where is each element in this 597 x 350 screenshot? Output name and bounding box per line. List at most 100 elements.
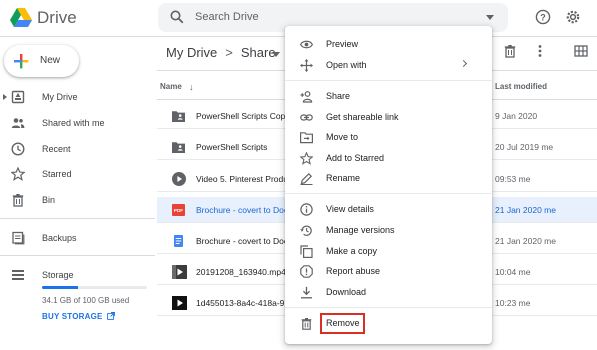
file-name: Brochure - covert to Doc: [196, 205, 286, 215]
sidebar-item-shared-with-me[interactable]: Shared with me: [0, 114, 150, 134]
link-icon: [300, 111, 313, 124]
more-options-icon[interactable]: [533, 44, 547, 58]
star-icon: [11, 167, 25, 181]
folder-options-caret-icon[interactable]: [272, 52, 280, 57]
menu-item-download[interactable]: Download: [285, 283, 492, 303]
menu-item-get-shareable-link[interactable]: Get shareable link: [285, 108, 492, 128]
file-modified: 10:04 me: [495, 267, 531, 277]
menu-divider: [285, 80, 492, 81]
menu-item-label: View details: [326, 204, 374, 214]
clock-icon: [11, 142, 25, 156]
info-icon: [300, 203, 313, 216]
storage-usage-text: 34.1 GB of 100 GB used: [42, 296, 130, 305]
breadcrumb-my-drive[interactable]: My Drive: [166, 45, 217, 60]
menu-item-share[interactable]: Share: [285, 87, 492, 107]
svg-text:PDF: PDF: [174, 208, 183, 213]
menu-item-label: Report abuse: [326, 266, 381, 276]
file-name: 20191208_163940.mp4: [196, 267, 286, 277]
add-person-icon: [300, 90, 313, 103]
report-icon: [300, 265, 313, 278]
menu-item-label: Preview: [326, 39, 359, 49]
search-input[interactable]: Search Drive: [195, 11, 259, 23]
breadcrumb: My Drive > Share: [166, 45, 276, 60]
sidebar-item-starred[interactable]: Starred: [0, 165, 150, 185]
menu-item-open-with[interactable]: Open with: [285, 56, 492, 76]
buy-storage-link[interactable]: BUY STORAGE: [42, 312, 115, 321]
sidebar-item-label: Shared with me: [42, 118, 105, 128]
menu-item-view-details[interactable]: View details: [285, 200, 492, 220]
menu-item-label: Get shareable link: [326, 112, 399, 122]
plus-icon: [13, 53, 29, 69]
search-options-caret-icon[interactable]: [486, 15, 494, 20]
delete-toolbar-icon[interactable]: [503, 44, 517, 58]
menu-item-label: Rename: [326, 173, 361, 183]
settings-gear-icon[interactable]: [565, 9, 581, 25]
storage-usage-bar: [42, 286, 147, 289]
file-name: PowerShell Scripts: [196, 142, 268, 152]
sort-arrow-icon[interactable]: ↓: [189, 82, 194, 92]
doc-icon: [172, 235, 185, 247]
menu-item-preview[interactable]: Preview: [285, 35, 492, 55]
column-header-last-modified[interactable]: Last modified: [495, 82, 547, 91]
shared-folder-icon: [172, 110, 185, 122]
svg-text:?: ?: [540, 13, 546, 23]
sidebar-divider: [0, 255, 155, 256]
sidebar-item-bin[interactable]: Bin: [0, 191, 150, 211]
people-icon: [11, 116, 25, 130]
menu-item-move-to[interactable]: Move to: [285, 128, 492, 148]
menu-item-label: Open with: [326, 60, 367, 70]
buy-storage-label: BUY STORAGE: [42, 312, 103, 321]
backup-icon: [11, 231, 25, 245]
move-folder-icon: [300, 131, 313, 144]
sidebar-item-recent[interactable]: Recent: [0, 140, 150, 160]
menu-item-manage-versions[interactable]: Manage versions: [285, 221, 492, 241]
sidebar-item-backups[interactable]: Backups: [0, 229, 150, 249]
file-name: Brochure - covert to Doc: [196, 236, 286, 246]
new-button[interactable]: New: [4, 45, 79, 77]
external-link-icon: [107, 312, 115, 320]
shared-folder-icon: [172, 141, 185, 153]
menu-item-rename[interactable]: Rename: [285, 169, 492, 189]
menu-item-label: Add to Starred: [326, 153, 385, 163]
file-name: Video 5. Pinterest Produ: [196, 174, 286, 184]
search-icon[interactable]: [170, 10, 184, 24]
file-name: PowerShell Scripts Cop: [196, 111, 286, 121]
star-icon: [300, 152, 313, 165]
sidebar-item-storage[interactable]: Storage: [0, 266, 150, 286]
eye-icon: [300, 38, 313, 51]
menu-divider: [285, 307, 492, 308]
sidebar-item-label: My Drive: [42, 92, 78, 102]
menu-item-make-a-copy[interactable]: Make a copy: [285, 242, 492, 262]
open-with-icon: [300, 59, 313, 72]
drive-logo-icon[interactable]: [10, 8, 32, 27]
menu-item-remove[interactable]: Remove: [285, 314, 492, 334]
file-modified: 20 Jul 2019 me: [495, 142, 554, 152]
menu-item-add-to-starred[interactable]: Add to Starred: [285, 149, 492, 169]
sidebar-item-my-drive[interactable]: My Drive: [0, 88, 150, 108]
file-modified: 09:53 me: [495, 174, 531, 184]
pencil-icon: [300, 172, 313, 185]
storage-usage-fill: [42, 286, 78, 289]
pdf-icon: PDF: [172, 204, 185, 216]
grid-view-icon[interactable]: [574, 44, 588, 58]
menu-item-report-abuse[interactable]: Report abuse: [285, 262, 492, 282]
menu-item-label: Make a copy: [326, 246, 378, 256]
video-thumb-icon: [172, 265, 187, 279]
app-name[interactable]: Drive: [37, 8, 77, 28]
storage-icon: [11, 268, 25, 282]
breadcrumb-current-folder[interactable]: Share: [241, 45, 276, 60]
menu-item-label: Move to: [326, 132, 359, 142]
file-modified: 9 Jan 2020: [495, 111, 538, 121]
file-modified: 21 Jan 2020 me: [495, 205, 556, 215]
my-drive-icon: [11, 90, 25, 104]
sidebar-item-label: Starred: [42, 169, 72, 179]
menu-item-label: Manage versions: [326, 225, 395, 235]
column-header-name[interactable]: Name: [160, 82, 182, 91]
menu-item-label: Share: [326, 91, 351, 101]
trash-icon: [11, 193, 25, 207]
copy-icon: [300, 245, 313, 258]
expand-arrow-icon[interactable]: [3, 94, 7, 100]
help-icon[interactable]: ?: [535, 9, 551, 25]
video-icon: [172, 172, 186, 186]
history-icon: [300, 224, 313, 237]
